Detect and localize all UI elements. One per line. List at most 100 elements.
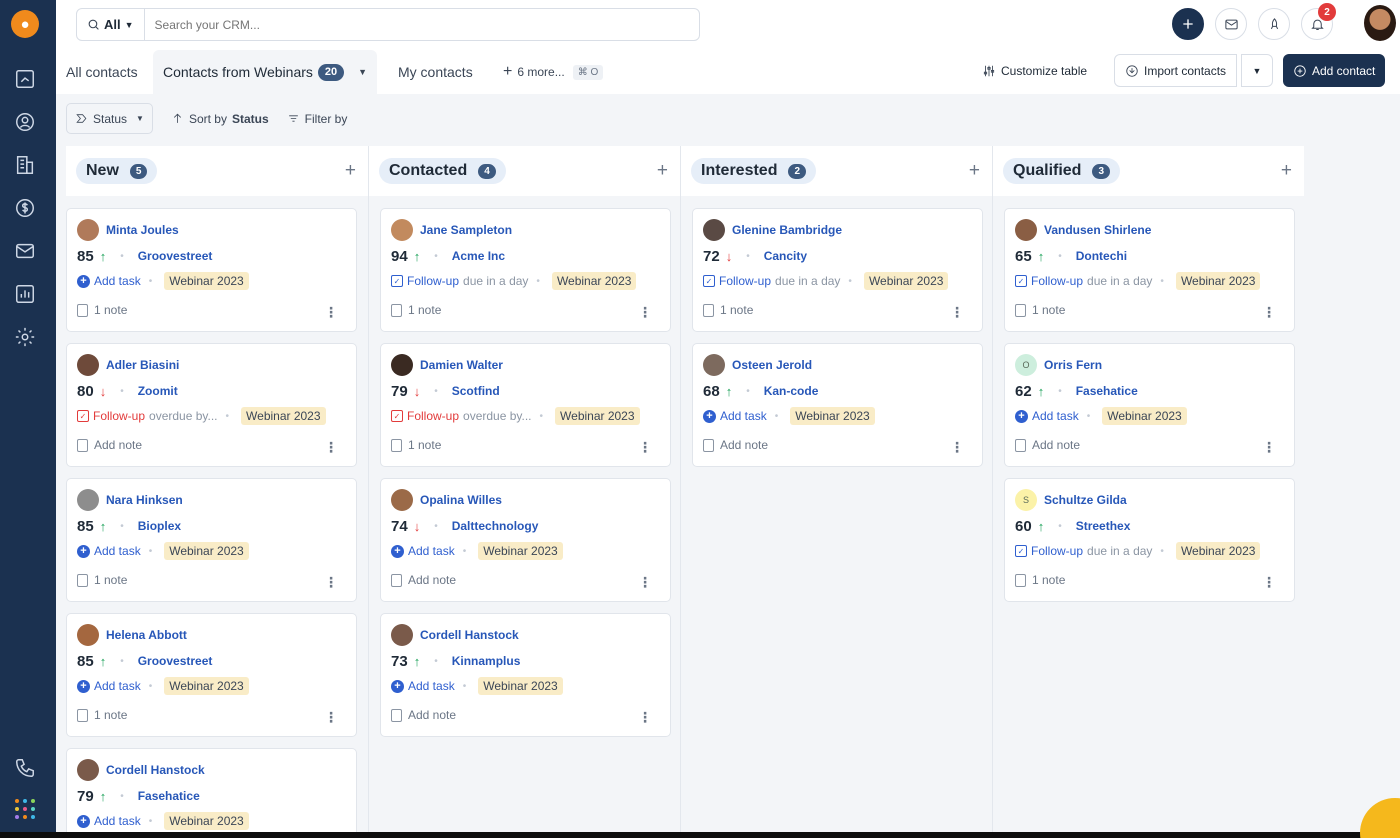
note-link[interactable]: 1 note (94, 303, 127, 317)
rocket-button[interactable] (1258, 8, 1290, 40)
contact-name[interactable]: Minta Joules (106, 223, 179, 237)
add-contact-button[interactable]: Add contact (1283, 54, 1386, 87)
contact-name[interactable]: Cordell Hanstock (420, 628, 519, 642)
search-scope-dropdown[interactable]: All ▼ (77, 9, 145, 40)
contact-name[interactable]: Vandusen Shirlene (1044, 223, 1151, 237)
company-link[interactable]: Cancity (764, 249, 807, 263)
search-input[interactable] (144, 17, 545, 32)
company-link[interactable]: Streethex (1076, 519, 1131, 533)
task-action[interactable]: Add task (94, 274, 141, 288)
more-options-icon[interactable]: ⋮ (324, 440, 338, 454)
company-link[interactable]: Kan-code (764, 384, 819, 398)
more-options-icon[interactable]: ⋮ (950, 305, 964, 319)
filter-button[interactable]: Filter by (287, 112, 347, 126)
contact-card[interactable]: O Orris Fern 62 ↑ • Fasehatice + Add tas… (1004, 343, 1295, 467)
contact-name[interactable]: Osteen Jerold (732, 358, 812, 372)
more-options-icon[interactable]: ⋮ (638, 575, 652, 589)
more-options-icon[interactable]: ⋮ (1262, 305, 1276, 319)
more-options-icon[interactable]: ⋮ (638, 305, 652, 319)
companies-icon[interactable] (13, 153, 37, 177)
contact-name[interactable]: Helena Abbott (106, 628, 187, 642)
contact-name[interactable]: Nara Hinksen (106, 493, 183, 507)
mail-button[interactable] (1215, 8, 1247, 40)
company-link[interactable]: Acme Inc (452, 249, 505, 263)
more-options-icon[interactable]: ⋮ (638, 440, 652, 454)
import-contacts-button[interactable]: Import contacts (1114, 54, 1238, 87)
company-link[interactable]: Fasehatice (138, 789, 200, 803)
contact-card[interactable]: Minta Joules 85 ↑ • Groovestreet + Add t… (66, 208, 357, 332)
company-link[interactable]: Fasehatice (1076, 384, 1138, 398)
task-action[interactable]: Follow-up (407, 274, 459, 288)
contact-card[interactable]: Cordell Hanstock 79 ↑ • Fasehatice + Add… (66, 748, 357, 832)
contact-card[interactable]: Nara Hinksen 85 ↑ • Bioplex + Add task •… (66, 478, 357, 602)
import-options-dropdown[interactable]: ▼ (1241, 54, 1273, 87)
group-by-status-button[interactable]: Status ▼ (66, 103, 153, 134)
contact-card[interactable]: Adler Biasini 80 ↓ • Zoomit ✓ Follow-up … (66, 343, 357, 467)
task-action[interactable]: Add task (1032, 409, 1079, 423)
contact-name[interactable]: Glenine Bambridge (732, 223, 842, 237)
user-avatar[interactable] (1364, 5, 1396, 41)
task-action[interactable]: Add task (720, 409, 767, 423)
note-link[interactable]: 1 note (94, 573, 127, 587)
more-options-icon[interactable]: ⋮ (1262, 440, 1276, 454)
company-link[interactable]: Zoomit (138, 384, 178, 398)
company-link[interactable]: Bioplex (138, 519, 181, 533)
contact-name[interactable]: Cordell Hanstock (106, 763, 205, 777)
chevron-down-icon[interactable]: ▼ (358, 67, 367, 77)
contact-card[interactable]: Cordell Hanstock 73 ↑ • Kinnamplus + Add… (380, 613, 671, 737)
add-card-button[interactable]: + (1281, 160, 1292, 182)
contact-name[interactable]: Adler Biasini (106, 358, 179, 372)
task-action[interactable]: Follow-up (719, 274, 771, 288)
note-link[interactable]: Add note (1032, 438, 1080, 452)
contact-card[interactable]: Jane Sampleton 94 ↑ • Acme Inc ✓ Follow-… (380, 208, 671, 332)
company-link[interactable]: Dontechi (1076, 249, 1127, 263)
app-logo-icon[interactable]: ● (11, 10, 39, 38)
add-card-button[interactable]: + (657, 160, 668, 182)
task-action[interactable]: Follow-up (93, 409, 145, 423)
task-action[interactable]: Add task (94, 679, 141, 693)
customize-table-button[interactable]: Customize table (982, 54, 1087, 87)
contact-card[interactable]: Helena Abbott 85 ↑ • Groovestreet + Add … (66, 613, 357, 737)
apps-grid-icon[interactable] (15, 799, 35, 819)
note-link[interactable]: 1 note (408, 438, 441, 452)
contacts-icon[interactable] (13, 110, 37, 134)
note-link[interactable]: Add note (720, 438, 768, 452)
company-link[interactable]: Kinnamplus (452, 654, 521, 668)
contact-card[interactable]: Opalina Willes 74 ↓ • Dalttechnology + A… (380, 478, 671, 602)
task-action[interactable]: Add task (408, 679, 455, 693)
more-options-icon[interactable]: ⋮ (950, 440, 964, 454)
task-action[interactable]: Add task (408, 544, 455, 558)
mail-icon[interactable] (13, 239, 37, 263)
company-link[interactable]: Groovestreet (138, 654, 213, 668)
note-link[interactable]: 1 note (408, 303, 441, 317)
phone-icon[interactable] (13, 756, 37, 780)
company-link[interactable]: Groovestreet (138, 249, 213, 263)
contact-name[interactable]: Damien Walter (420, 358, 503, 372)
note-link[interactable]: 1 note (1032, 573, 1065, 587)
contact-name[interactable]: Opalina Willes (420, 493, 502, 507)
dashboard-icon[interactable] (13, 67, 37, 91)
note-link[interactable]: Add note (94, 438, 142, 452)
contact-card[interactable]: Osteen Jerold 68 ↑ • Kan-code + Add task… (692, 343, 983, 467)
contact-name[interactable]: Schultze Gilda (1044, 493, 1127, 507)
task-action[interactable]: Follow-up (1031, 274, 1083, 288)
note-link[interactable]: 1 note (720, 303, 753, 317)
contact-name[interactable]: Jane Sampleton (420, 223, 512, 237)
company-link[interactable]: Dalttechnology (452, 519, 539, 533)
tab-more-views[interactable]: + 6 more... ⌘ O (503, 50, 604, 94)
task-action[interactable]: Add task (94, 544, 141, 558)
note-link[interactable]: Add note (408, 708, 456, 722)
sort-button[interactable]: Sort by Status (171, 112, 269, 126)
task-action[interactable]: Follow-up (1031, 544, 1083, 558)
tab-my-contacts[interactable]: My contacts (398, 50, 473, 94)
reports-icon[interactable] (13, 282, 37, 306)
add-card-button[interactable]: + (969, 160, 980, 182)
task-action[interactable]: Follow-up (407, 409, 459, 423)
tab-contacts-from-webinars[interactable]: Contacts from Webinars 20 ▼ (153, 50, 378, 94)
notifications-button[interactable]: 2 (1301, 3, 1336, 40)
contact-card[interactable]: Damien Walter 79 ↓ • Scotfind ✓ Follow-u… (380, 343, 671, 467)
note-link[interactable]: 1 note (1032, 303, 1065, 317)
note-link[interactable]: Add note (408, 573, 456, 587)
deals-icon[interactable] (13, 196, 37, 220)
more-options-icon[interactable]: ⋮ (1262, 575, 1276, 589)
